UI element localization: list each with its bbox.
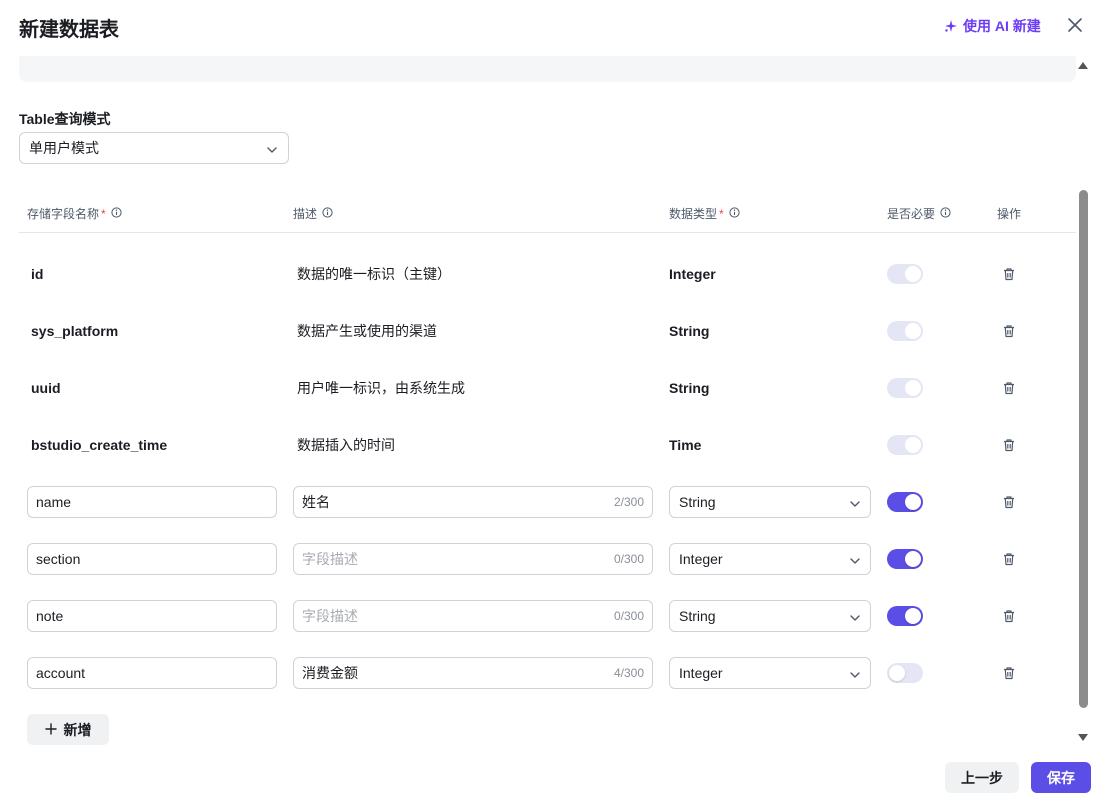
field-type: String (669, 379, 710, 396)
trash-icon[interactable] (1002, 495, 1016, 509)
sparkle-icon (944, 19, 958, 33)
column-header-name: 存储字段名称 * (27, 205, 122, 222)
query-mode-select[interactable]: 单用户模式 (19, 132, 289, 164)
table-row: name 姓名 2/300 String (0, 473, 1076, 530)
trash-icon[interactable] (1002, 609, 1016, 623)
field-type-select[interactable]: Integer (669, 542, 871, 575)
table-row: section 字段描述 0/300 Integer (0, 530, 1076, 587)
table-description-area[interactable] (19, 56, 1076, 82)
field-desc-placeholder: 字段描述 (302, 607, 358, 624)
field-desc-input[interactable]: 姓名 2/300 (293, 485, 653, 518)
ai-create-button[interactable]: 使用 AI 新建 (944, 16, 1041, 36)
required-toggle (887, 377, 923, 398)
required-toggle (887, 320, 923, 341)
required-toggle (887, 434, 923, 455)
info-icon[interactable] (322, 206, 333, 221)
field-desc-input[interactable]: 字段描述 0/300 (293, 599, 653, 632)
field-type-select[interactable]: String (669, 485, 871, 518)
char-counter: 4/300 (613, 665, 644, 680)
field-type: Time (669, 436, 702, 453)
required-toggle[interactable] (887, 491, 923, 512)
dialog-title: 新建数据表 (19, 19, 119, 41)
table-row: uuid 用户唯一标识，由系统生成 String (0, 359, 1076, 416)
table-row: note 字段描述 0/300 String (0, 587, 1076, 644)
column-header-required: 是否必要 (887, 205, 951, 222)
field-name-input[interactable]: name (27, 485, 277, 518)
info-icon[interactable] (111, 206, 122, 221)
add-field-button[interactable]: 新增 (27, 714, 109, 745)
field-name: bstudio_create_time (31, 436, 168, 453)
trash-icon[interactable] (1002, 324, 1016, 338)
field-desc: 数据插入的时间 (297, 436, 395, 453)
char-counter: 0/300 (613, 608, 644, 623)
field-desc: 数据产生或使用的渠道 (297, 322, 437, 339)
field-name: sys_platform (31, 322, 119, 339)
chevron-down-icon (849, 668, 861, 684)
field-desc-placeholder: 字段描述 (302, 550, 358, 567)
column-header-actions: 操作 (997, 207, 1022, 221)
table-row: account 消费金额 4/300 Integer (0, 644, 1076, 701)
trash-icon[interactable] (1002, 552, 1016, 566)
field-desc-value: 姓名 (302, 493, 330, 510)
chevron-down-icon (266, 143, 278, 159)
table-row: id 数据的唯一标识（主键） Integer (0, 245, 1076, 302)
table-row: bstudio_create_time 数据插入的时间 Time (0, 416, 1076, 473)
trash-icon[interactable] (1002, 438, 1016, 452)
plus-icon (44, 722, 57, 738)
chevron-down-icon (849, 611, 861, 627)
field-name-input[interactable]: note (27, 599, 277, 632)
scroll-up-arrow[interactable] (1078, 62, 1088, 69)
field-desc-input[interactable]: 消费金额 4/300 (293, 656, 653, 689)
field-type-value: String (679, 607, 716, 624)
char-counter: 0/300 (613, 551, 644, 566)
scroll-down-arrow[interactable] (1078, 734, 1088, 741)
required-toggle[interactable] (887, 662, 923, 683)
field-name: uuid (31, 379, 61, 396)
field-type-value: String (679, 493, 716, 510)
required-toggle[interactable] (887, 605, 923, 626)
field-type-select[interactable]: String (669, 599, 871, 632)
column-header-desc: 描述 (293, 205, 333, 222)
scrollbar-thumb[interactable] (1079, 190, 1088, 708)
info-icon[interactable] (729, 206, 740, 221)
required-toggle[interactable] (887, 548, 923, 569)
required-toggle (887, 263, 923, 284)
add-field-label: 新增 (63, 721, 92, 738)
info-icon[interactable] (940, 206, 951, 221)
field-type-value: Integer (679, 664, 723, 681)
ai-create-label: 使用 AI 新建 (963, 18, 1041, 34)
field-desc: 用户唯一标识，由系统生成 (297, 379, 465, 396)
query-mode-value: 单用户模式 (29, 140, 99, 156)
field-type: String (669, 322, 710, 339)
previous-step-button[interactable]: 上一步 (945, 762, 1019, 793)
field-name: id (31, 265, 44, 282)
trash-icon[interactable] (1002, 666, 1016, 680)
field-desc-value: 消费金额 (302, 664, 358, 681)
field-name-input[interactable]: section (27, 542, 277, 575)
header-divider (19, 232, 1076, 233)
field-desc-input[interactable]: 字段描述 0/300 (293, 542, 653, 575)
close-icon[interactable] (1066, 16, 1084, 34)
field-type-value: Integer (679, 550, 723, 567)
query-mode-label: Table查询模式 (19, 111, 111, 127)
field-desc: 数据的唯一标识（主键） (297, 265, 451, 282)
chevron-down-icon (849, 497, 861, 513)
save-button[interactable]: 保存 (1031, 762, 1091, 793)
field-type: Integer (669, 265, 716, 282)
field-name-input[interactable]: account (27, 656, 277, 689)
char-counter: 2/300 (613, 494, 644, 509)
chevron-down-icon (849, 554, 861, 570)
dialog-header: 新建数据表 使用 AI 新建 (0, 0, 1104, 54)
trash-icon[interactable] (1002, 381, 1016, 395)
field-type-select[interactable]: Integer (669, 656, 871, 689)
table-row: sys_platform 数据产生或使用的渠道 String (0, 302, 1076, 359)
column-header-type: 数据类型 * (669, 205, 740, 222)
trash-icon[interactable] (1002, 267, 1016, 281)
